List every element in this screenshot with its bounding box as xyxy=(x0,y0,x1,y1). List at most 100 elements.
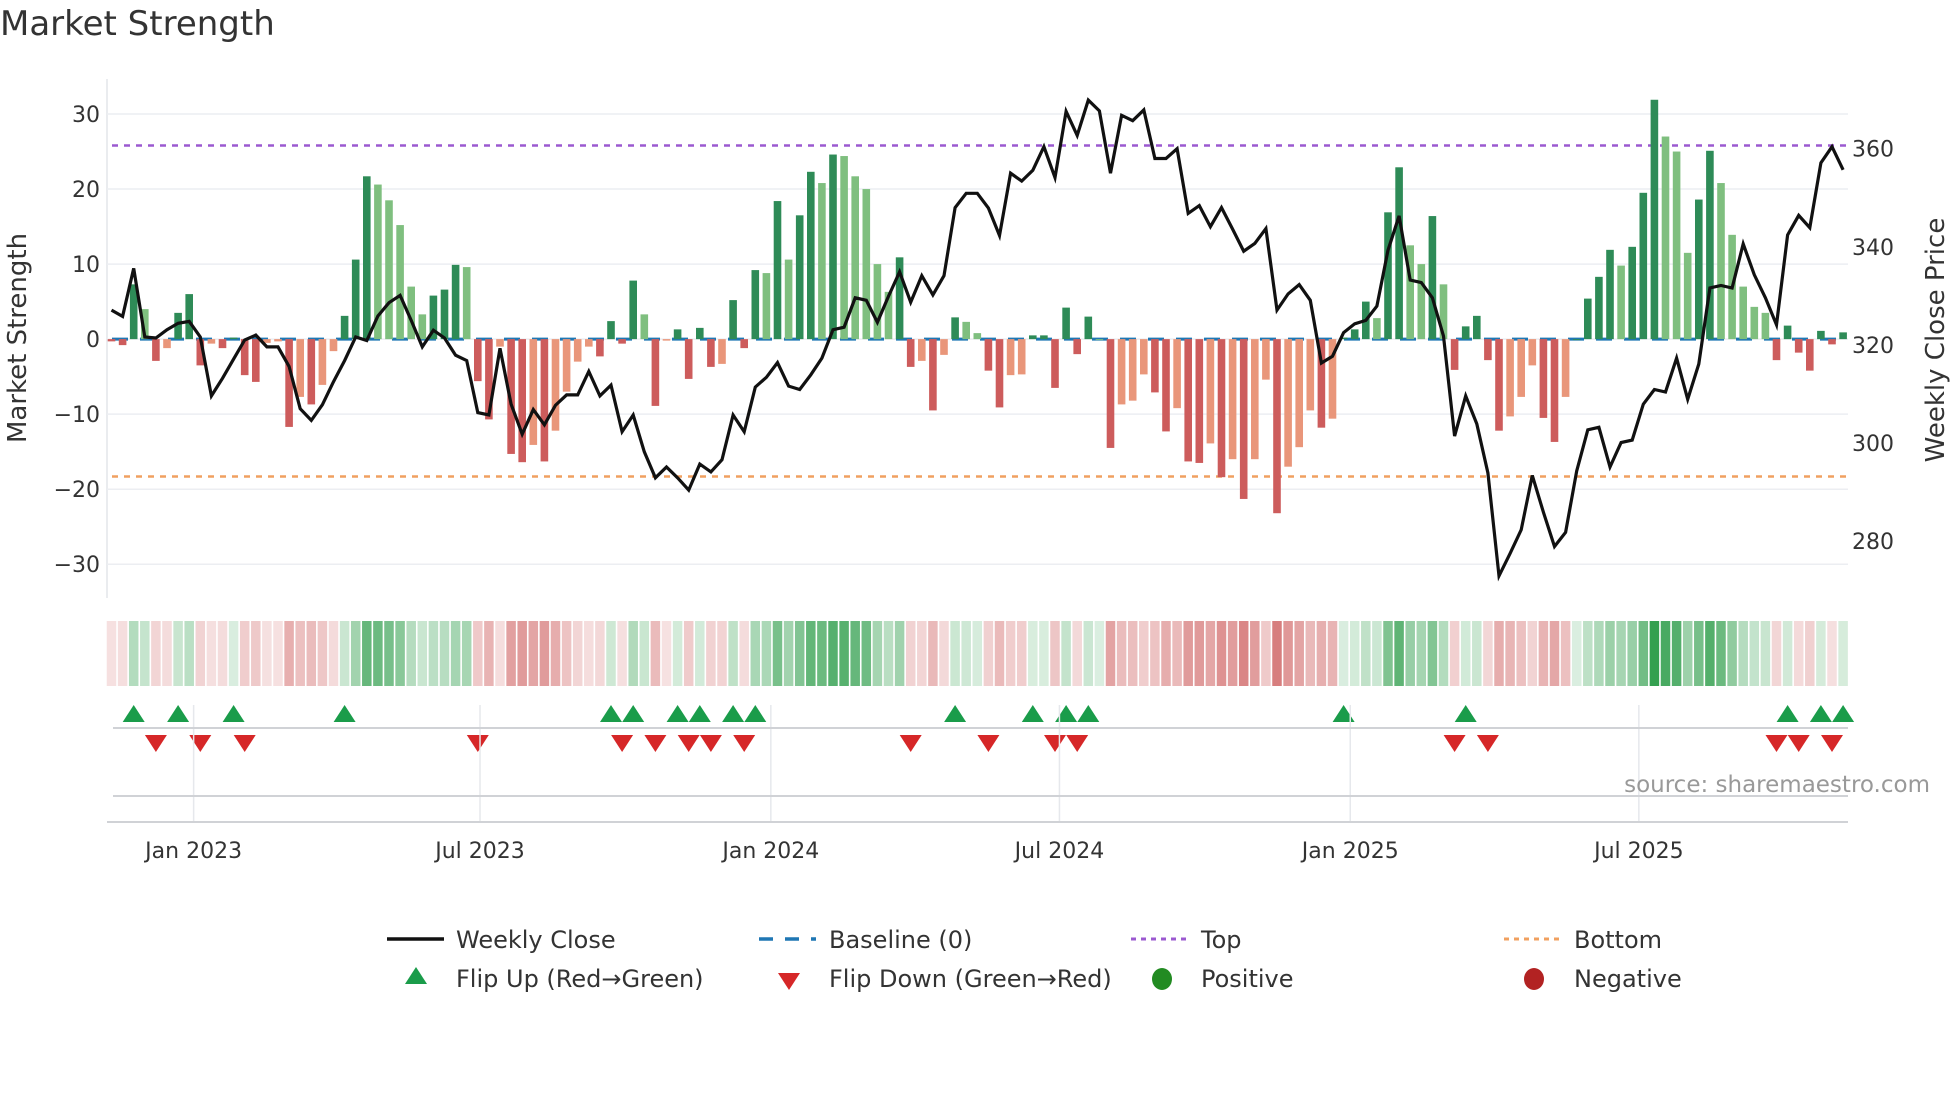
flip-down-marker xyxy=(189,735,212,752)
strength-bar xyxy=(1284,339,1292,467)
heat-cell xyxy=(284,621,294,686)
heat-cell xyxy=(561,621,572,686)
heat-cell xyxy=(650,621,661,686)
heat-cell xyxy=(373,621,383,686)
strength-bar xyxy=(651,339,660,406)
heat-cell xyxy=(1372,621,1382,686)
heat-cell xyxy=(628,621,638,686)
x-tick-label: Jul 2023 xyxy=(433,839,525,864)
flip-up-marker xyxy=(222,705,245,722)
heat-cell xyxy=(1183,621,1193,686)
heat-cell xyxy=(439,621,450,686)
y-tick-label: 10 xyxy=(72,253,100,278)
legend: Weekly Close Baseline (0) Top Bottom Fli… xyxy=(387,926,1682,993)
heat-cell xyxy=(1716,621,1726,686)
flip-down-marker xyxy=(899,735,922,752)
strength-bar xyxy=(1606,249,1614,340)
strength-bar xyxy=(229,337,238,340)
strength-bar xyxy=(1395,167,1403,340)
strength-bar xyxy=(107,339,116,342)
strength-bar xyxy=(1228,339,1237,460)
flip-up-marker xyxy=(167,705,190,722)
x-tick-label: Jan 2025 xyxy=(1300,839,1399,864)
strength-bar xyxy=(218,339,227,349)
heat-cell xyxy=(572,621,583,686)
flip-down-marker xyxy=(1765,735,1788,752)
heat-cell xyxy=(1294,621,1304,686)
heat-cell xyxy=(1460,621,1471,686)
heat-cell xyxy=(1016,621,1027,686)
heat-cell xyxy=(839,621,849,686)
strength-bar xyxy=(862,189,871,340)
heat-cell xyxy=(606,621,616,686)
heat-cell xyxy=(151,621,161,686)
strength-bar xyxy=(906,339,915,367)
strength-bar xyxy=(1273,339,1281,514)
flip-up-marker xyxy=(688,705,711,722)
strength-bar xyxy=(252,339,260,382)
flip-down-marker xyxy=(611,735,634,752)
heat-cell xyxy=(1005,621,1016,686)
strength-bar xyxy=(1595,276,1603,340)
y2-axis-label: Weekly Close Price xyxy=(1921,218,1951,463)
heat-cell xyxy=(1627,621,1637,686)
strength-bar xyxy=(1217,339,1226,478)
strength-bar xyxy=(1650,99,1659,340)
strength-bar xyxy=(1695,199,1703,340)
heat-cell xyxy=(1083,621,1094,686)
flip-up-marker xyxy=(1809,705,1832,722)
strength-bar xyxy=(396,225,404,340)
strength-bar xyxy=(274,339,282,342)
legend-positive: Positive xyxy=(1201,965,1294,993)
strength-bar xyxy=(285,339,293,427)
strength-bar xyxy=(984,339,993,371)
flip-up-marker xyxy=(1776,705,1799,722)
flip-down-marker xyxy=(977,735,1000,752)
strength-bar xyxy=(1794,339,1803,353)
source-credit: source: sharemaestro.com xyxy=(1624,772,1930,798)
heat-cell xyxy=(1205,621,1216,686)
heat-cell xyxy=(1116,621,1127,686)
strength-bar xyxy=(1683,252,1692,340)
heat-cell xyxy=(950,621,960,686)
positive-legend-icon xyxy=(1152,968,1172,990)
strength-bar xyxy=(718,339,726,364)
strength-bars xyxy=(107,99,1847,514)
heat-cell xyxy=(550,621,561,686)
heat-cell xyxy=(495,621,505,686)
date-axis-ticks: Jan 2023 Jul 2023 Jan 2024 Jul 2024 Jan 2025… xyxy=(143,839,1683,864)
heat-cell xyxy=(328,621,339,686)
strength-bar xyxy=(1750,306,1759,340)
heat-cell xyxy=(917,621,927,686)
heat-cell xyxy=(1394,621,1404,686)
strength-bar xyxy=(1506,339,1514,417)
heat-cell xyxy=(1438,621,1449,686)
flip-down-marker xyxy=(1476,735,1499,752)
heat-cell xyxy=(1250,621,1260,686)
strength-bar xyxy=(829,154,837,340)
heat-cell xyxy=(1516,621,1526,686)
heat-cell xyxy=(1705,621,1715,686)
heat-cell xyxy=(1161,621,1171,686)
flip-up-marker xyxy=(722,705,745,722)
strength-bar xyxy=(1373,318,1381,340)
strength-bar xyxy=(1173,339,1181,409)
strength-bar xyxy=(851,176,859,340)
heat-cell xyxy=(350,621,361,686)
flip-up-marker xyxy=(622,705,645,722)
legend-bottom: Bottom xyxy=(1574,926,1662,954)
heat-cell xyxy=(1238,621,1249,686)
strength-bar xyxy=(351,259,360,340)
heat-cell xyxy=(395,621,405,686)
heat-cell xyxy=(939,621,949,686)
heat-cell xyxy=(1638,621,1649,686)
heat-cell xyxy=(173,621,183,686)
heat-cell xyxy=(106,621,117,686)
strength-bar xyxy=(1051,339,1059,388)
flip-up-marker xyxy=(333,705,356,722)
heat-cell xyxy=(994,621,1005,686)
strength-bar xyxy=(940,339,948,355)
flip-down-marker xyxy=(233,735,256,752)
heat-cell xyxy=(584,621,594,686)
strength-bar xyxy=(762,273,771,340)
